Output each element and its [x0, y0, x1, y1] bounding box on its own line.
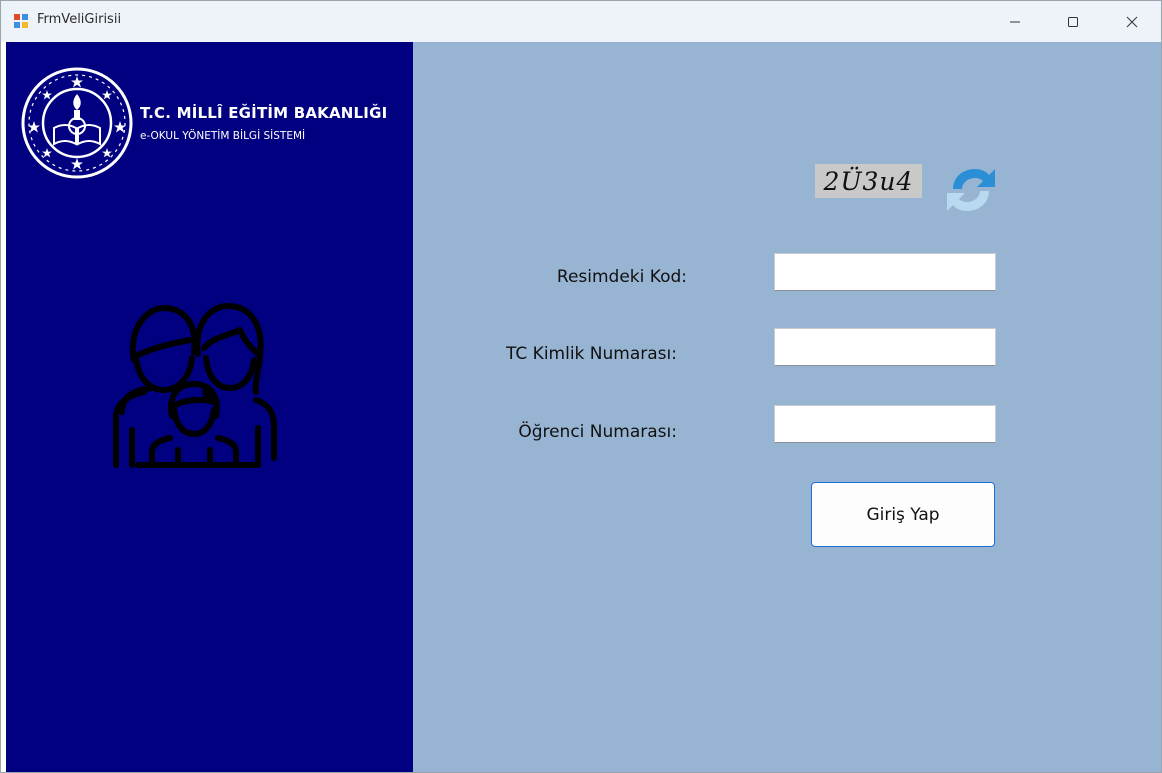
- tc-label: TC Kimlik Numarası:: [506, 344, 677, 364]
- login-button[interactable]: Giriş Yap: [811, 482, 995, 547]
- close-icon: [1126, 16, 1138, 27]
- tc-number-input[interactable]: [774, 328, 996, 366]
- close-button[interactable]: [1103, 1, 1161, 42]
- branding-panel: T.C. MİLLÎ EĞİTİM BAKANLIĞI e-OKUL YÖNET…: [6, 42, 413, 772]
- ministry-subtitle: e-OKUL YÖNETİM BİLGİ SİSTEMİ: [140, 130, 306, 142]
- login-window: FrmVeliGirisii T.C. MİLLÎ EĞİTİM BAKANLI…: [0, 0, 1162, 773]
- student-number-label: Öğrenci Numarası:: [518, 422, 677, 442]
- meb-seal-icon: [21, 67, 133, 179]
- title-bar[interactable]: FrmVeliGirisii: [1, 1, 1161, 42]
- login-form-panel: 2Ü3u4 Resimdeki Kod: TC Kimlik Numarası:…: [413, 42, 1161, 772]
- student-number-input[interactable]: [774, 405, 996, 443]
- maximize-button[interactable]: [1044, 1, 1102, 42]
- code-label: Resimdeki Kod:: [556, 267, 687, 287]
- ministry-title: T.C. MİLLÎ EĞİTİM BAKANLIĞI: [140, 104, 388, 122]
- minimize-button[interactable]: [986, 1, 1044, 42]
- family-icon: [113, 303, 277, 468]
- maximize-icon: [1068, 16, 1078, 27]
- window-title: FrmVeliGirisii: [37, 12, 122, 27]
- captcha-image: 2Ü3u4: [815, 164, 922, 198]
- minimize-icon: [1010, 21, 1020, 22]
- captcha-code-input[interactable]: [774, 253, 996, 291]
- app-icon: [14, 14, 28, 28]
- refresh-icon[interactable]: [945, 165, 997, 215]
